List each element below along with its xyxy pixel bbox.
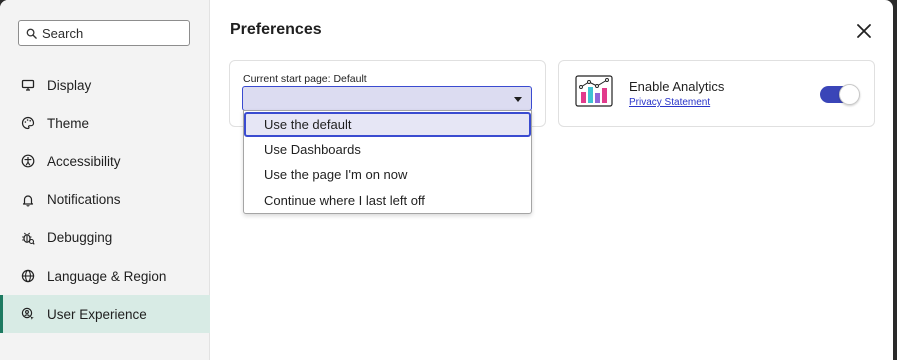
- sidebar: Search Display Theme Accessibility Notif…: [0, 0, 210, 360]
- start-page-select[interactable]: [242, 86, 532, 111]
- sidebar-item-label: Display: [47, 77, 92, 93]
- search-placeholder: Search: [42, 25, 84, 41]
- start-page-dropdown: Use the default Use Dashboards Use the p…: [243, 110, 532, 214]
- sidebar-item-user-experience[interactable]: User Experience: [0, 295, 210, 334]
- sidebar-item-display[interactable]: Display: [0, 66, 210, 104]
- preferences-dialog: Search Display Theme Accessibility Notif…: [0, 0, 893, 360]
- sidebar-nav: Display Theme Accessibility Notification…: [0, 66, 210, 334]
- toggle-knob: [839, 84, 860, 105]
- sidebar-item-language-region[interactable]: Language & Region: [0, 257, 210, 295]
- bell-icon: [20, 192, 36, 208]
- globe-icon: [20, 268, 36, 284]
- sidebar-item-label: Accessibility: [47, 153, 121, 169]
- sidebar-item-debugging[interactable]: Debugging: [0, 219, 210, 257]
- sidebar-item-theme[interactable]: Theme: [0, 104, 210, 142]
- analytics-title: Enable Analytics: [629, 79, 725, 94]
- sidebar-item-notifications[interactable]: Notifications: [0, 181, 210, 219]
- sidebar-item-accessibility[interactable]: Accessibility: [0, 142, 210, 180]
- monitor-icon: [20, 77, 36, 93]
- privacy-statement-link[interactable]: Privacy Statement: [629, 97, 710, 108]
- sidebar-item-label: Debugging: [47, 230, 113, 246]
- analytics-chart-icon: [575, 75, 613, 107]
- sidebar-item-label: User Experience: [47, 306, 147, 322]
- start-page-label: Current start page: Default: [243, 73, 367, 85]
- search-input[interactable]: Search: [18, 20, 190, 46]
- option-use-current-page[interactable]: Use the page I'm on now: [244, 162, 531, 187]
- analytics-toggle[interactable]: [820, 84, 860, 105]
- chevron-down-icon: [514, 97, 522, 102]
- bug-icon: [20, 230, 36, 246]
- accessibility-icon: [20, 153, 36, 169]
- sidebar-item-label: Notifications: [47, 192, 121, 208]
- palette-icon: [20, 115, 36, 131]
- option-continue-last[interactable]: Continue where I last left off: [244, 188, 531, 213]
- sidebar-item-label: Theme: [47, 115, 90, 131]
- close-icon[interactable]: [855, 22, 873, 40]
- sidebar-item-label: Language & Region: [47, 268, 167, 284]
- user-experience-icon: [20, 306, 36, 322]
- option-use-dashboards[interactable]: Use Dashboards: [244, 137, 531, 162]
- page-title: Preferences: [230, 21, 322, 38]
- search-icon: [26, 28, 37, 39]
- option-use-default[interactable]: Use the default: [244, 112, 531, 137]
